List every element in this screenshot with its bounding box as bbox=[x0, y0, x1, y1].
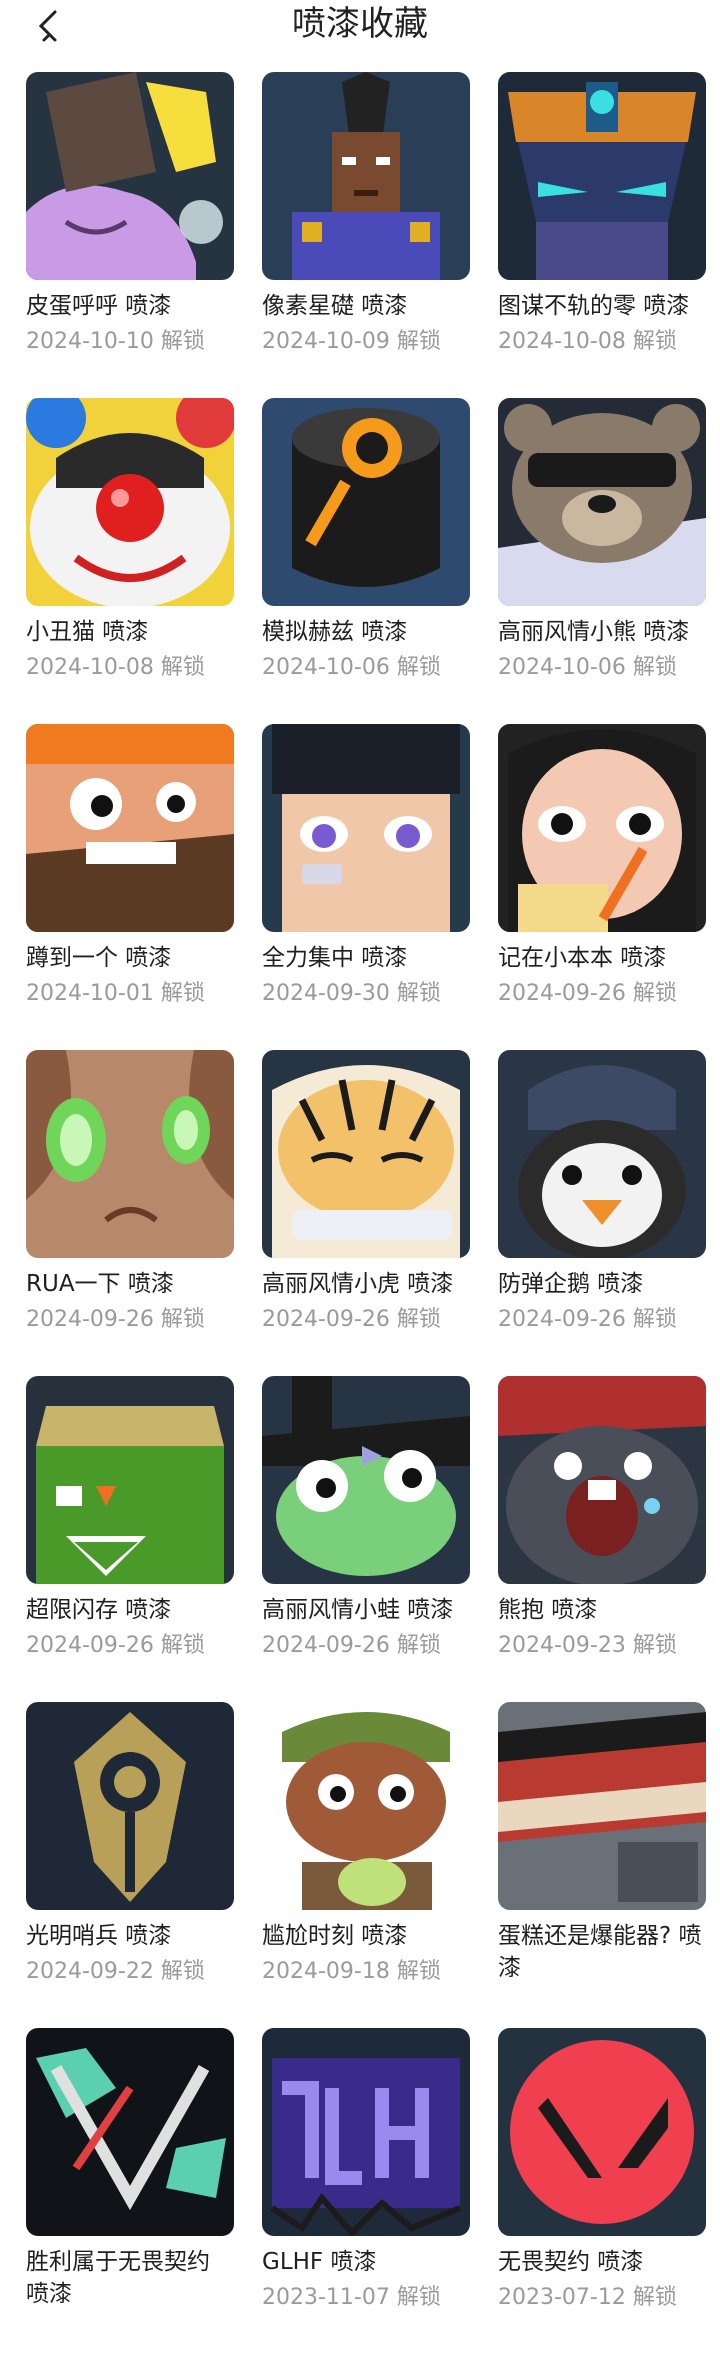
spray-thumbnail bbox=[262, 398, 470, 606]
unlock-date: 2024-09-22 解锁 bbox=[26, 1959, 205, 1984]
unlock-date: 2024-10-10 解锁 bbox=[26, 329, 205, 354]
spray-name: 胜利属于无畏契约 喷漆 bbox=[26, 2249, 210, 2307]
spray-card[interactable]: 光明哨兵 喷漆 2024-09-22 解锁 bbox=[26, 1702, 234, 2028]
page-title: 喷漆收藏 bbox=[292, 4, 428, 44]
spray-thumbnail bbox=[26, 2028, 234, 2236]
spray-name: 蹲到一个 喷漆 bbox=[26, 945, 172, 971]
unlock-date: 2023-11-07 解锁 bbox=[262, 2285, 441, 2310]
spray-thumbnail bbox=[262, 72, 470, 280]
spray-grid: 皮蛋呼呼 喷漆 2024-10-10 解锁 像素星礎 喷漆 2024-10-09… bbox=[26, 72, 710, 2354]
spray-name: 皮蛋呼呼 喷漆 bbox=[26, 293, 172, 319]
spray-card[interactable]: 皮蛋呼呼 喷漆 2024-10-10 解锁 bbox=[26, 72, 234, 398]
spray-card[interactable]: 超限闪存 喷漆 2024-09-26 解锁 bbox=[26, 1376, 234, 1702]
spray-thumbnail bbox=[262, 1702, 470, 1910]
unlock-date: 2024-09-26 解锁 bbox=[262, 1633, 441, 1658]
spray-thumbnail bbox=[498, 1702, 706, 1910]
unlock-date: 2024-10-06 解锁 bbox=[262, 655, 441, 680]
spray-card[interactable]: 全力集中 喷漆 2024-09-30 解锁 bbox=[262, 724, 470, 1050]
unlock-date: 2024-09-26 解锁 bbox=[498, 981, 677, 1006]
spray-name: 蛋糕还是爆能器? 喷漆 bbox=[498, 1923, 702, 1981]
spray-name: 模拟赫兹 喷漆 bbox=[262, 619, 408, 645]
spray-card[interactable]: GLHF 喷漆 2023-11-07 解锁 bbox=[262, 2028, 470, 2354]
spray-card[interactable]: 模拟赫兹 喷漆 2024-10-06 解锁 bbox=[262, 398, 470, 724]
spray-name: 高丽风情小熊 喷漆 bbox=[498, 619, 690, 645]
spray-thumbnail bbox=[26, 1702, 234, 1910]
spray-name: 尴尬时刻 喷漆 bbox=[262, 1923, 408, 1949]
unlock-date: 2024-09-26 解锁 bbox=[26, 1307, 205, 1332]
unlock-date: 2024-09-30 解锁 bbox=[262, 981, 441, 1006]
unlock-date: 2024-10-08 解锁 bbox=[498, 329, 677, 354]
spray-card[interactable]: 高丽风情小蛙 喷漆 2024-09-26 解锁 bbox=[262, 1376, 470, 1702]
spray-thumbnail bbox=[26, 1050, 234, 1258]
spray-thumbnail bbox=[26, 1376, 234, 1584]
spray-name: 图谋不轨的零 喷漆 bbox=[498, 293, 690, 319]
unlock-date: 2024-09-18 解锁 bbox=[262, 1959, 441, 1984]
spray-card[interactable]: 尴尬时刻 喷漆 2024-09-18 解锁 bbox=[262, 1702, 470, 2028]
spray-thumbnail bbox=[26, 724, 234, 932]
spray-name: 高丽风情小虎 喷漆 bbox=[262, 1271, 454, 1297]
spray-card[interactable]: 高丽风情小熊 喷漆 2024-10-06 解锁 bbox=[498, 398, 706, 724]
spray-thumbnail bbox=[498, 1050, 706, 1258]
spray-thumbnail bbox=[498, 724, 706, 932]
unlock-date: 2024-09-26 解锁 bbox=[498, 1307, 677, 1332]
spray-thumbnail bbox=[498, 398, 706, 606]
unlock-date: 2024-09-26 解锁 bbox=[26, 1633, 205, 1658]
spray-name: 小丑猫 喷漆 bbox=[26, 619, 149, 645]
spray-thumbnail bbox=[498, 1376, 706, 1584]
spray-card[interactable]: 图谋不轨的零 喷漆 2024-10-08 解锁 bbox=[498, 72, 706, 398]
spray-card[interactable]: 胜利属于无畏契约 喷漆 bbox=[26, 2028, 234, 2354]
spray-card[interactable]: 像素星礎 喷漆 2024-10-09 解锁 bbox=[262, 72, 470, 398]
spray-thumbnail bbox=[262, 724, 470, 932]
top-bar: 喷漆收藏 bbox=[0, 0, 720, 70]
spray-thumbnail bbox=[498, 2028, 706, 2236]
spray-thumbnail bbox=[262, 2028, 470, 2236]
spray-name: 记在小本本 喷漆 bbox=[498, 945, 667, 971]
spray-name: 防弹企鹅 喷漆 bbox=[498, 1271, 644, 1297]
spray-card[interactable]: 蛋糕还是爆能器? 喷漆 bbox=[498, 1702, 706, 2028]
spray-name: 光明哨兵 喷漆 bbox=[26, 1923, 172, 1949]
spray-card[interactable]: RUA一下 喷漆 2024-09-26 解锁 bbox=[26, 1050, 234, 1376]
spray-name: 熊抱 喷漆 bbox=[498, 1597, 598, 1623]
spray-name: 高丽风情小蛙 喷漆 bbox=[262, 1597, 454, 1623]
spray-thumbnail bbox=[26, 72, 234, 280]
spray-thumbnail bbox=[498, 72, 706, 280]
spray-name: 无畏契约 喷漆 bbox=[498, 2249, 644, 2275]
unlock-date: 2023-07-12 解锁 bbox=[498, 2285, 677, 2310]
unlock-date: 2024-10-01 解锁 bbox=[26, 981, 205, 1006]
unlock-date: 2024-09-26 解锁 bbox=[262, 1307, 441, 1332]
unlock-date: 2024-10-06 解锁 bbox=[498, 655, 677, 680]
spray-thumbnail bbox=[262, 1050, 470, 1258]
spray-card[interactable]: 无畏契约 喷漆 2023-07-12 解锁 bbox=[498, 2028, 706, 2354]
spray-name: 像素星礎 喷漆 bbox=[262, 293, 408, 319]
spray-name: GLHF 喷漆 bbox=[262, 2249, 377, 2275]
spray-card[interactable]: 防弹企鹅 喷漆 2024-09-26 解锁 bbox=[498, 1050, 706, 1376]
unlock-date: 2024-10-08 解锁 bbox=[26, 655, 205, 680]
spray-thumbnail bbox=[262, 1376, 470, 1584]
unlock-date: 2024-09-23 解锁 bbox=[498, 1633, 677, 1658]
spray-card[interactable]: 高丽风情小虎 喷漆 2024-09-26 解锁 bbox=[262, 1050, 470, 1376]
spray-name: RUA一下 喷漆 bbox=[26, 1271, 174, 1297]
spray-name: 全力集中 喷漆 bbox=[262, 945, 408, 971]
spray-card[interactable]: 小丑猫 喷漆 2024-10-08 解锁 bbox=[26, 398, 234, 724]
spray-card[interactable]: 记在小本本 喷漆 2024-09-26 解锁 bbox=[498, 724, 706, 1050]
spray-card[interactable]: 熊抱 喷漆 2024-09-23 解锁 bbox=[498, 1376, 706, 1702]
spray-thumbnail bbox=[26, 398, 234, 606]
unlock-date: 2024-10-09 解锁 bbox=[262, 329, 441, 354]
spray-card[interactable]: 蹲到一个 喷漆 2024-10-01 解锁 bbox=[26, 724, 234, 1050]
spray-name: 超限闪存 喷漆 bbox=[26, 1597, 172, 1623]
